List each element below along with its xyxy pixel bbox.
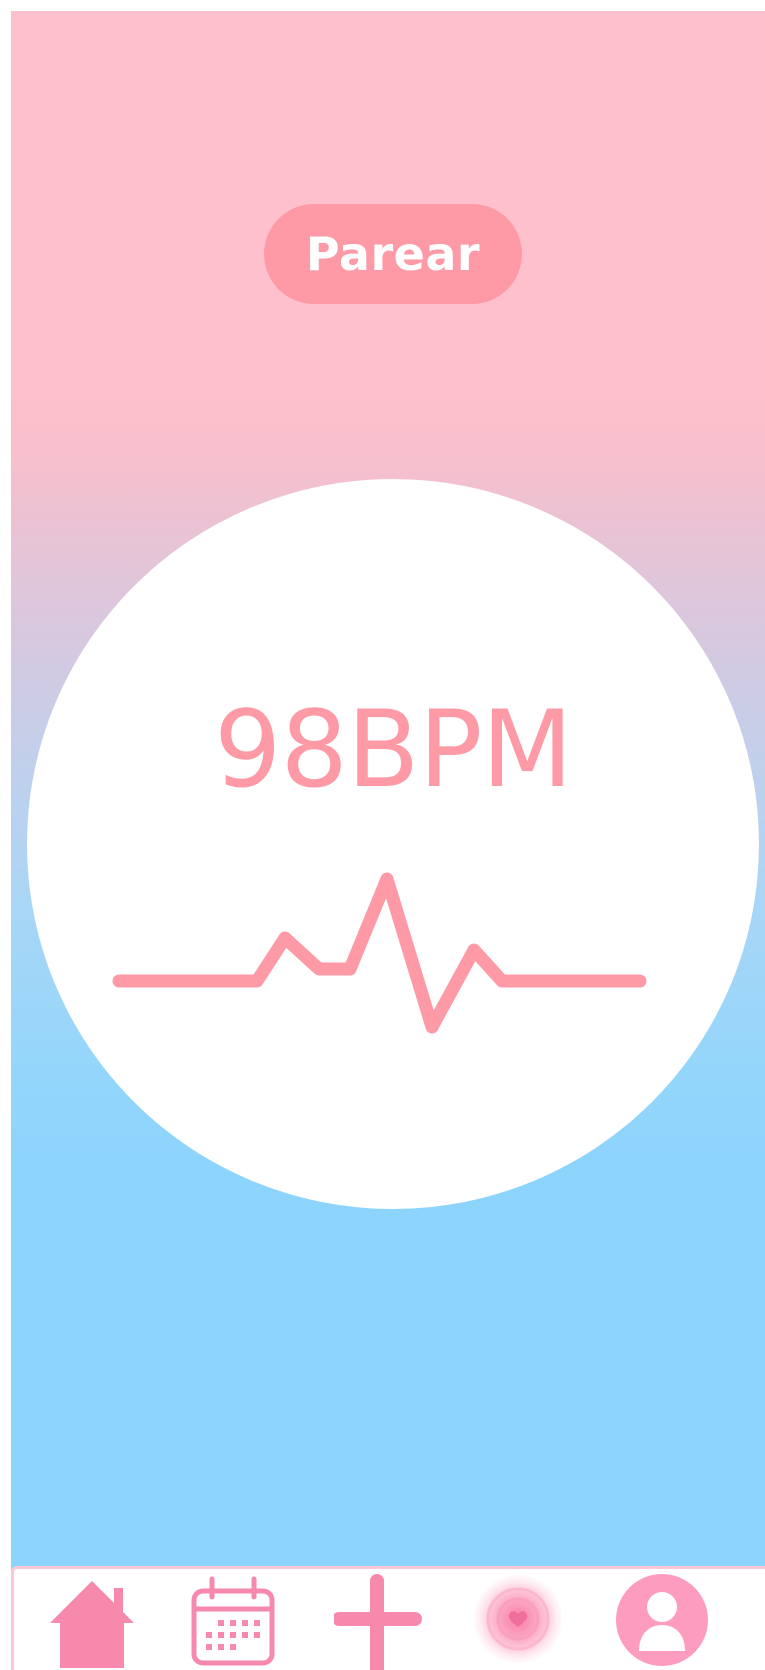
profile-icon xyxy=(616,1574,708,1666)
pair-button[interactable]: Parear xyxy=(264,204,522,304)
nav-item-heart-rate[interactable] xyxy=(474,1569,584,1670)
bottom-navigation xyxy=(11,1566,765,1670)
nav-item-home[interactable] xyxy=(42,1569,152,1670)
calendar-icon xyxy=(191,1576,275,1666)
pair-button-label: Parear xyxy=(305,227,481,281)
plus-icon xyxy=(334,1574,422,1670)
heart-pulse-icon xyxy=(474,1575,562,1663)
home-icon xyxy=(50,1581,134,1668)
nav-item-calendar[interactable] xyxy=(188,1569,298,1670)
app-screen: Parear 98BPM xyxy=(11,11,765,1670)
nav-item-profile[interactable] xyxy=(614,1569,724,1670)
heartbeat-line-icon xyxy=(112,872,647,1034)
nav-item-add[interactable] xyxy=(334,1569,444,1670)
heart-rate-monitor: 98BPM xyxy=(27,479,759,1209)
